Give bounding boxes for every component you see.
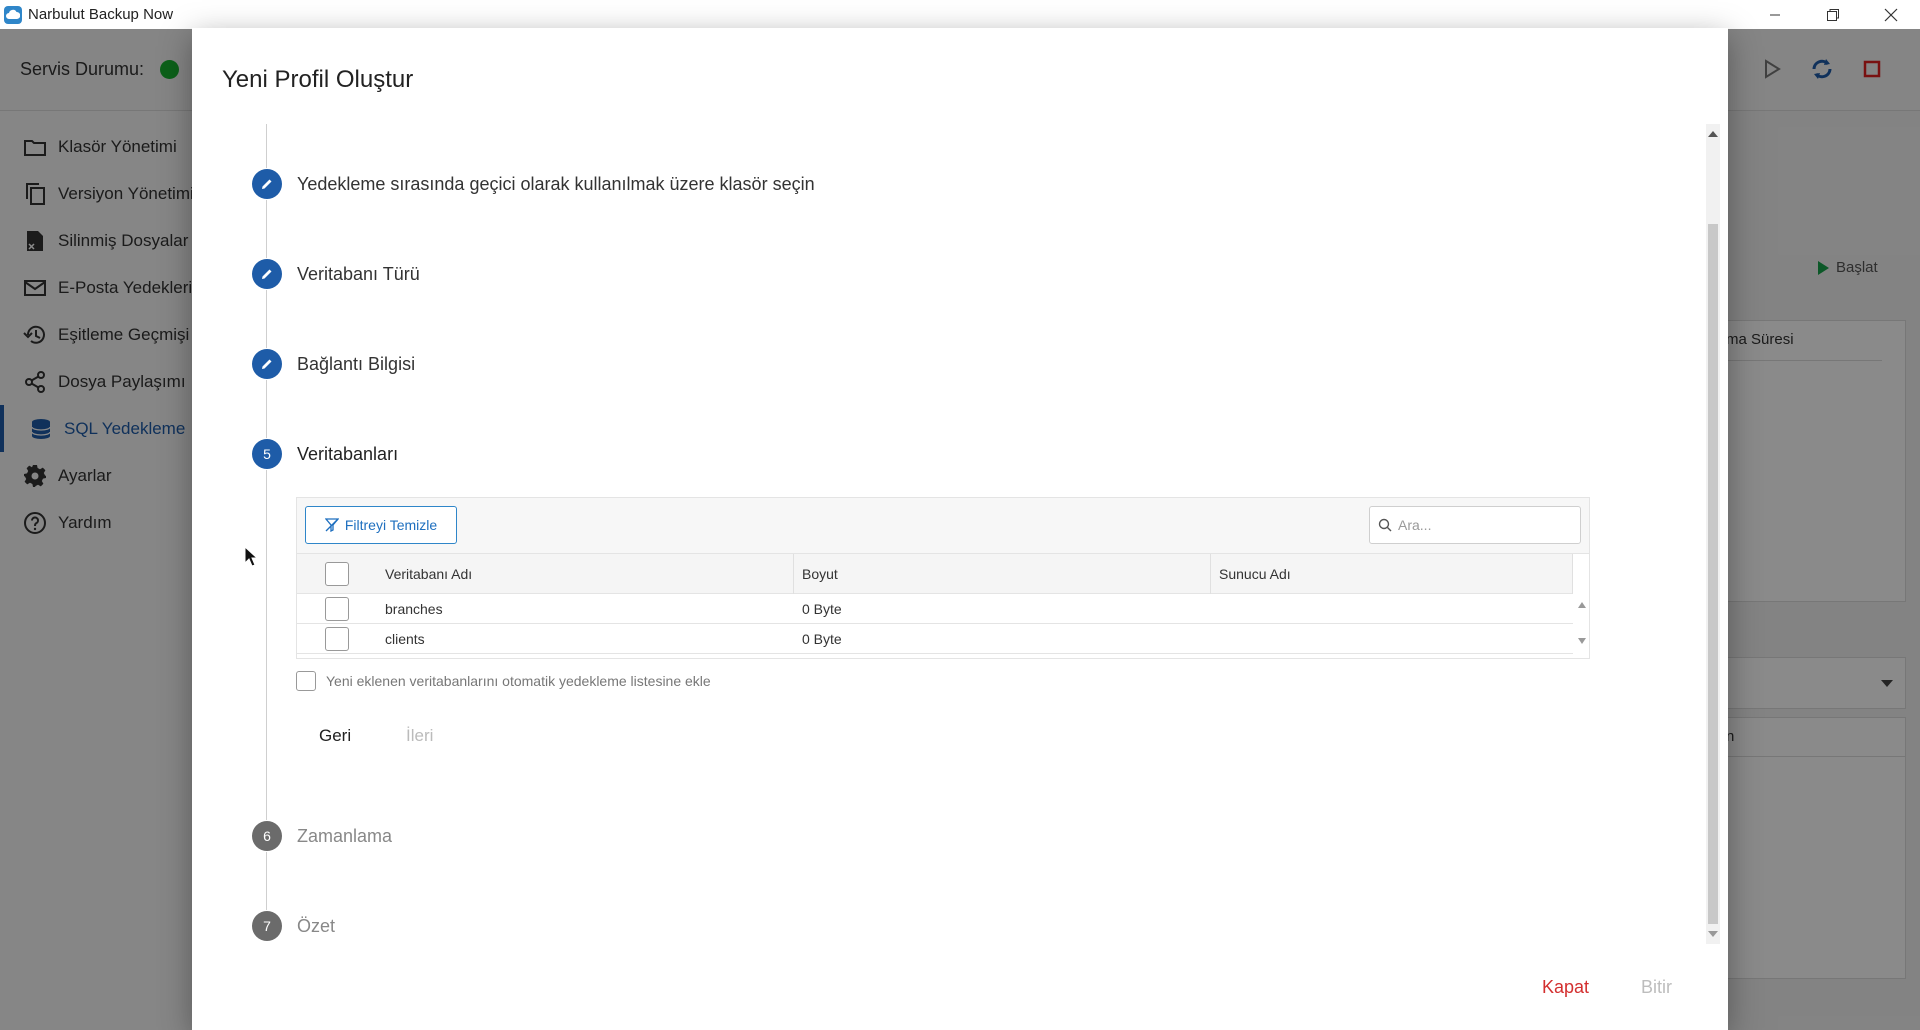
database-name: clients [385,631,425,647]
scroll-up-icon[interactable] [1575,598,1589,612]
edit-icon [252,349,282,379]
auto-add-label: Yeni eklenen veritabanlarını otomatik ye… [326,673,711,689]
auto-add-checkbox[interactable] [296,671,316,691]
scroll-down-icon[interactable] [1706,926,1720,942]
filter-off-icon [324,518,339,532]
scroll-up-icon[interactable] [1706,126,1720,142]
step-number: 6 [252,821,282,851]
restore-icon[interactable] [1804,0,1862,29]
step-connector [266,380,267,438]
edit-icon [252,169,282,199]
minimize-icon[interactable] [1746,0,1804,29]
step-connector [266,470,267,820]
column-header-size[interactable]: Boyut [794,554,1211,594]
row-checkbox[interactable] [325,597,349,621]
search-box[interactable] [1369,506,1581,544]
database-size: 0 Byte [802,601,842,617]
title-bar: Narbulut Backup Now [0,0,1920,29]
table-row[interactable]: branches 0 Byte [297,594,1573,624]
step-connector [266,852,267,910]
search-input[interactable] [1398,517,1568,533]
finish-button[interactable]: Bitir [1641,977,1672,998]
step-label: Zamanlama [297,825,393,846]
scrollbar-thumb[interactable] [1708,224,1718,924]
step-database-type[interactable]: Veritabanı Türü [252,259,420,289]
window-title: Narbulut Backup Now [28,6,174,23]
step-label: Veritabanı Türü [297,263,420,284]
scroll-down-icon[interactable] [1575,634,1589,648]
auto-add-option[interactable]: Yeni eklenen veritabanlarını otomatik ye… [296,671,711,691]
step-databases[interactable]: 5 Veritabanları [252,439,398,469]
dialog-title: Yeni Profil Oluştur [222,66,414,93]
edit-icon [252,259,282,289]
table-row[interactable]: clients 0 Byte [297,624,1573,654]
row-checkbox[interactable] [325,627,349,651]
step-connector [266,290,267,348]
app-logo-icon [4,5,22,24]
step-number: 5 [252,439,282,469]
table-header: Veritabanı Adı Boyut Sunucu Adı [297,554,1573,594]
step-label: Bağlantı Bilgisi [297,353,416,374]
dialog-scrollbar[interactable] [1706,124,1720,944]
step-label: Yedekleme sırasında geçici olarak kullan… [297,173,815,194]
close-button[interactable]: Kapat [1542,977,1589,998]
database-host [1211,594,1573,624]
step-summary[interactable]: 7 Özet [252,911,335,941]
step-label: Veritabanları [297,443,399,464]
database-host [1211,624,1573,654]
table-toolbar: Filtreyi Temizle [297,498,1589,554]
select-all-checkbox[interactable] [325,562,349,586]
database-table: Filtreyi Temizle Veritabanı Adı Boyut Su… [296,497,1590,659]
step-connection-info[interactable]: Bağlantı Bilgisi [252,349,415,379]
next-button[interactable]: İleri [406,726,433,746]
column-header-name[interactable]: Veritabanı Adı [377,554,794,594]
back-button[interactable]: Geri [319,726,351,746]
step-temp-folder[interactable]: Yedekleme sırasında geçici olarak kullan… [252,169,815,199]
clear-filter-button[interactable]: Filtreyi Temizle [305,506,457,544]
mouse-cursor-icon [244,545,260,573]
create-profile-dialog: Yeni Profil Oluştur Yedekleme sırasında … [192,28,1728,1030]
close-icon[interactable] [1862,0,1920,29]
step-number: 7 [252,911,282,941]
step-label: Özet [297,915,336,936]
search-icon [1378,518,1392,532]
table-scrollbar[interactable] [1575,594,1589,658]
column-header-host[interactable]: Sunucu Adı [1211,554,1573,594]
step-connector [266,200,267,258]
database-name: branches [385,601,443,617]
database-size: 0 Byte [802,631,842,647]
clear-filter-label: Filtreyi Temizle [344,517,438,533]
step-connector [266,124,267,168]
step-scheduling[interactable]: 6 Zamanlama [252,821,392,851]
